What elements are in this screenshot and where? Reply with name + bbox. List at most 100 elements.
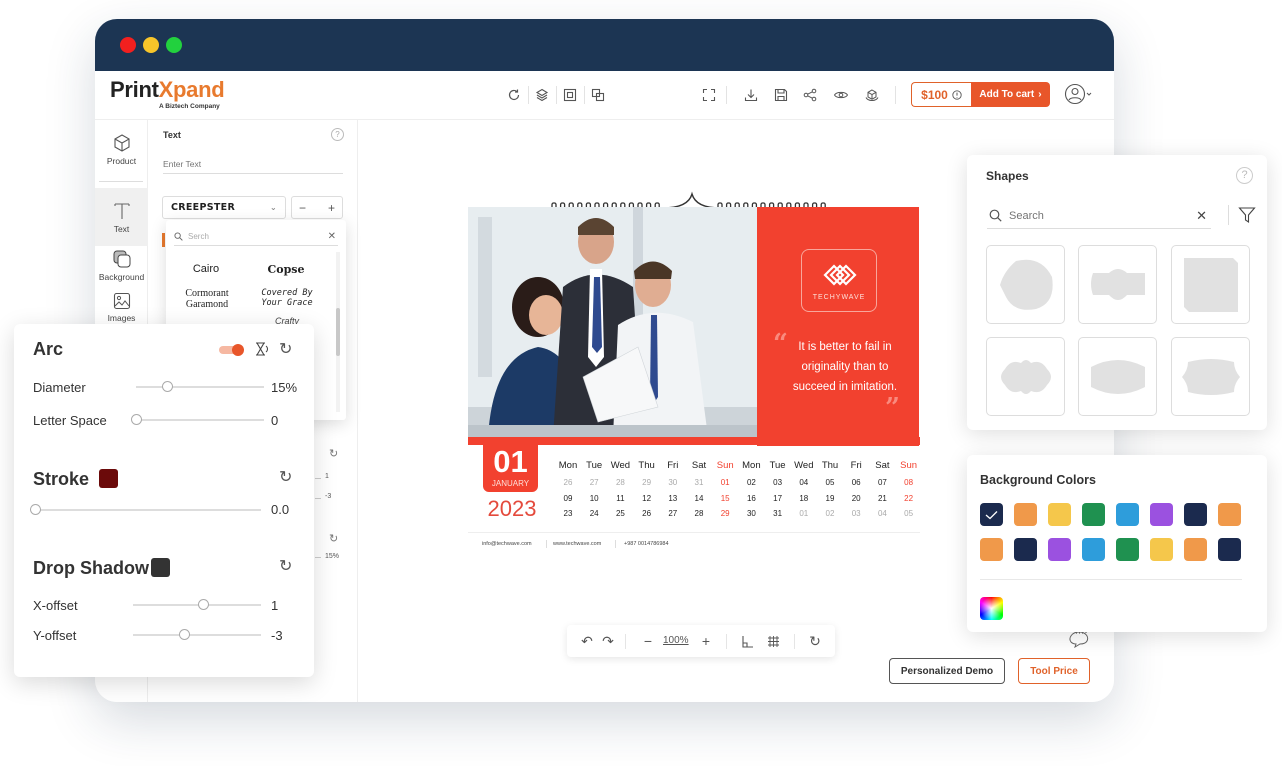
save-icon[interactable] <box>771 85 791 105</box>
bring-front-icon[interactable] <box>560 85 580 105</box>
refresh-icon[interactable] <box>504 85 524 105</box>
color-swatch[interactable] <box>1082 503 1105 526</box>
custom-color-picker[interactable] <box>980 597 1003 620</box>
letter-space-slider[interactable] <box>131 414 264 425</box>
fullscreen-icon[interactable] <box>699 85 719 105</box>
color-swatch[interactable] <box>980 503 1003 526</box>
letter-space-label: Letter Space <box>33 413 107 428</box>
divider <box>468 532 920 533</box>
shadow-color-swatch[interactable] <box>151 558 170 577</box>
arc-toggle[interactable] <box>219 344 244 356</box>
zoom-level[interactable]: 100% <box>663 635 689 646</box>
y-offset-slider[interactable] <box>133 629 261 640</box>
duplicate-icon[interactable] <box>588 85 608 105</box>
color-swatch[interactable] <box>1218 503 1241 526</box>
stroke-title: Stroke <box>33 469 90 489</box>
maximize-dot[interactable] <box>166 37 182 53</box>
help-icon[interactable]: ? <box>1236 167 1253 184</box>
font-size-stepper[interactable]: − + <box>291 196 343 219</box>
undo-icon[interactable]: ↶ <box>579 633 595 649</box>
shape-tile[interactable] <box>986 245 1065 324</box>
shape-tile[interactable] <box>1078 245 1157 324</box>
download-icon[interactable] <box>741 85 761 105</box>
refresh-icon[interactable]: ↻ <box>329 532 338 545</box>
calendar-design[interactable]: TECHYWAVE “ It is better to fail in orig… <box>468 186 920 566</box>
reset-shadow-icon[interactable]: ↻ <box>279 556 292 576</box>
filter-icon[interactable] <box>1238 206 1256 229</box>
zoom-out-icon[interactable]: − <box>640 633 656 649</box>
color-swatch[interactable] <box>1218 538 1241 561</box>
x-offset-slider[interactable] <box>133 599 261 610</box>
shape-tile[interactable] <box>1171 245 1250 324</box>
redo-icon[interactable]: ↷ <box>600 633 616 649</box>
font-option[interactable]: Covered By Your Grace <box>256 288 318 308</box>
calendar-day: 19 <box>825 493 835 503</box>
scrollbar-thumb[interactable] <box>336 308 340 356</box>
close-icon[interactable]: ✕ <box>328 231 336 242</box>
stroke-color-swatch[interactable] <box>99 469 118 488</box>
personalized-demo-button[interactable]: Personalized Demo <box>889 658 1005 684</box>
grid-icon[interactable] <box>765 633 781 649</box>
font-option[interactable]: Cormorant Garamond <box>174 288 240 310</box>
tool-price-button[interactable]: Tool Price <box>1018 658 1090 684</box>
shape-tile[interactable] <box>986 337 1065 416</box>
logo-print: Print <box>110 77 159 102</box>
reset-arc-icon[interactable]: ↻ <box>279 339 292 359</box>
divider <box>528 86 529 104</box>
color-swatch[interactable] <box>1116 538 1139 561</box>
calendar-day: 15 <box>720 493 730 503</box>
sidebar-item-product[interactable]: Product <box>95 120 148 178</box>
color-swatch[interactable] <box>1048 538 1071 561</box>
stroke-slider[interactable] <box>30 504 261 515</box>
layers-icon[interactable] <box>532 85 552 105</box>
share-icon[interactable] <box>800 85 820 105</box>
preview-icon[interactable] <box>831 85 851 105</box>
close-dot[interactable] <box>120 37 136 53</box>
add-to-cart-button[interactable]: Add To cart › <box>971 82 1050 107</box>
diameter-slider-thumb[interactable] <box>161 381 173 392</box>
help-icon[interactable]: ? <box>331 128 344 141</box>
color-swatch[interactable] <box>1184 538 1207 561</box>
logo: PrintXpand <box>110 77 225 103</box>
shapes-search[interactable]: ✕ <box>987 203 1211 229</box>
color-swatch[interactable] <box>1116 503 1139 526</box>
diameter-slider[interactable] <box>136 381 264 392</box>
y-offset-slider-thumb[interactable] <box>179 629 191 640</box>
flip-arc-icon[interactable] <box>254 341 270 357</box>
text-input[interactable] <box>163 154 343 174</box>
color-swatch[interactable] <box>1150 503 1173 526</box>
plus-icon[interactable]: + <box>328 201 335 215</box>
user-avatar[interactable] <box>1064 83 1092 105</box>
font-search[interactable]: Serch ✕ <box>174 228 338 246</box>
x-offset-value-partial: 1 <box>325 473 329 480</box>
letter-space-slider-thumb[interactable] <box>131 414 142 425</box>
shapes-search-input[interactable] <box>1009 209 1179 222</box>
shape-tile[interactable] <box>1078 337 1157 416</box>
price-button[interactable]: $100 <box>911 82 971 107</box>
minimize-dot[interactable] <box>143 37 159 53</box>
font-select[interactable]: CREEPSTER ⌄ <box>162 196 286 219</box>
x-offset-slider-thumb[interactable] <box>198 599 210 610</box>
company-name: TECHYWAVE <box>812 294 866 301</box>
color-swatch[interactable] <box>1014 538 1037 561</box>
stroke-slider-thumb[interactable] <box>30 504 41 515</box>
shape-tile[interactable] <box>1171 337 1250 416</box>
ruler-icon[interactable] <box>739 633 755 649</box>
color-swatch[interactable] <box>1014 503 1037 526</box>
clear-search-icon[interactable]: ✕ <box>1196 208 1207 224</box>
reset-stroke-icon[interactable]: ↻ <box>279 467 292 487</box>
color-swatch[interactable] <box>1150 538 1173 561</box>
scrollbar-track[interactable] <box>336 252 340 412</box>
reset-icon[interactable]: ↻ <box>807 633 823 649</box>
color-swatch[interactable] <box>1184 503 1207 526</box>
font-option[interactable]: Cairo <box>166 263 246 275</box>
color-swatch[interactable] <box>980 538 1003 561</box>
font-option[interactable]: Copse <box>246 263 326 276</box>
weekday-header: Mon <box>742 460 761 471</box>
3d-view-icon[interactable] <box>862 85 882 105</box>
refresh-icon[interactable]: ↻ <box>329 447 338 460</box>
zoom-in-icon[interactable]: + <box>698 633 714 649</box>
color-swatch[interactable] <box>1048 503 1071 526</box>
color-swatch[interactable] <box>1082 538 1105 561</box>
minus-icon[interactable]: − <box>299 201 306 215</box>
